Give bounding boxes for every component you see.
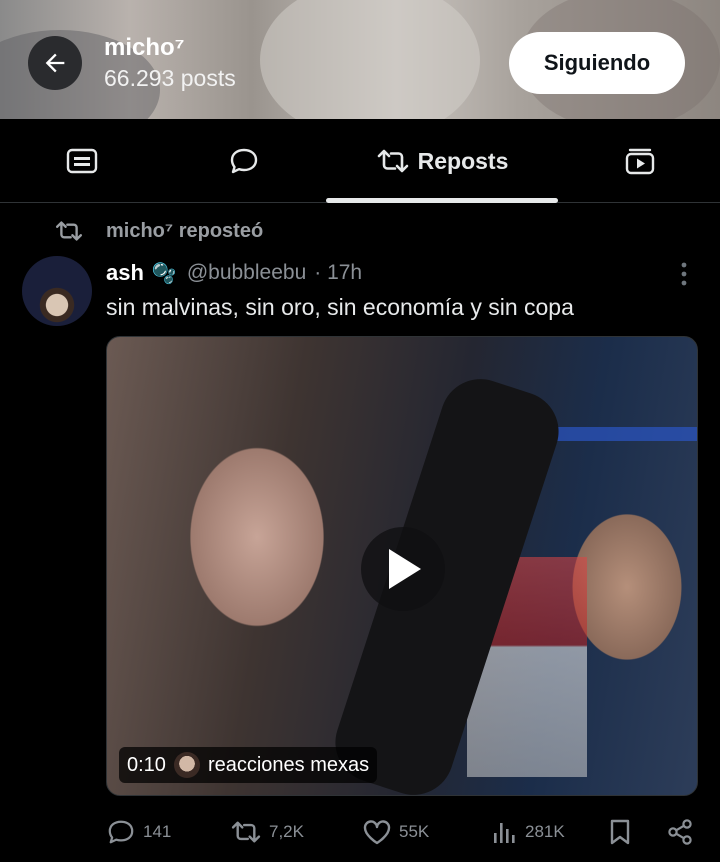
tab-reposts[interactable]: Reposts	[330, 119, 554, 203]
tab-highlights[interactable]	[42, 119, 122, 203]
play-button[interactable]	[361, 527, 445, 611]
header-banner-blur	[260, 0, 480, 119]
bookmark-icon	[610, 819, 630, 845]
active-tab-indicator	[326, 198, 558, 203]
reply-button[interactable]: 141	[106, 812, 171, 852]
view-count: 281K	[525, 822, 565, 841]
profile-tabs: Reposts	[0, 119, 720, 203]
like-count: 55K	[399, 822, 430, 841]
reply-count: 141	[143, 822, 172, 841]
post-text: sin malvinas, sin oro, sin economía y si…	[106, 294, 574, 320]
like-button[interactable]: 55K	[362, 812, 429, 852]
avatar[interactable]	[22, 256, 92, 326]
card-icon	[66, 148, 98, 174]
reply-icon	[108, 820, 134, 844]
play-icon	[389, 549, 421, 589]
views-button[interactable]: 281K	[492, 812, 565, 852]
video-source[interactable]: reacciones mexas	[208, 754, 369, 777]
author-handle[interactable]: @bubbleebu	[187, 261, 306, 285]
video-player[interactable]: 0:10 reacciones mexas	[106, 336, 698, 796]
speech-bubble-icon	[230, 148, 258, 174]
profile-header: micho⁷ 66.293 posts Siguiendo	[0, 0, 720, 119]
repost-icon	[231, 821, 261, 843]
posts-count: 66.293 posts	[104, 65, 236, 91]
repost-notice: micho⁷ reposteó	[54, 216, 263, 246]
following-button[interactable]: Siguiendo	[509, 32, 685, 94]
video-duration: 0:10	[127, 753, 166, 776]
video-badge: 0:10 reacciones mexas	[119, 747, 378, 783]
repost-count: 7,2K	[269, 822, 304, 841]
back-button[interactable]	[28, 36, 82, 90]
repost-notice-text[interactable]: micho⁷ reposteó	[106, 220, 263, 243]
bookmark-button[interactable]	[608, 812, 632, 852]
arrow-left-icon	[45, 53, 65, 73]
repost-icon	[377, 149, 408, 173]
tab-media[interactable]	[600, 119, 680, 203]
heart-icon	[363, 820, 391, 845]
bubbles-emoji: 🫧	[151, 262, 177, 285]
tab-replies[interactable]	[204, 119, 284, 203]
video-library-icon	[625, 148, 655, 175]
share-icon	[668, 819, 692, 845]
repost-icon	[55, 221, 83, 241]
post-time[interactable]: · 17h	[314, 261, 362, 285]
bar-chart-icon	[494, 823, 515, 843]
profile-name: micho⁷	[104, 34, 185, 61]
more-options-button[interactable]	[674, 260, 694, 288]
post-header: ash 🫧 @bubbleebu · 17h	[106, 258, 362, 288]
share-button[interactable]	[666, 812, 694, 852]
post-action-bar: 141 7,2K 55K 281K	[0, 812, 720, 852]
tab-reposts-label: Reposts	[417, 147, 509, 174]
author-name[interactable]: ash	[106, 260, 144, 286]
source-avatar	[173, 752, 200, 778]
repost-button[interactable]: 7,2K	[230, 812, 304, 852]
more-vertical-icon	[681, 262, 687, 286]
